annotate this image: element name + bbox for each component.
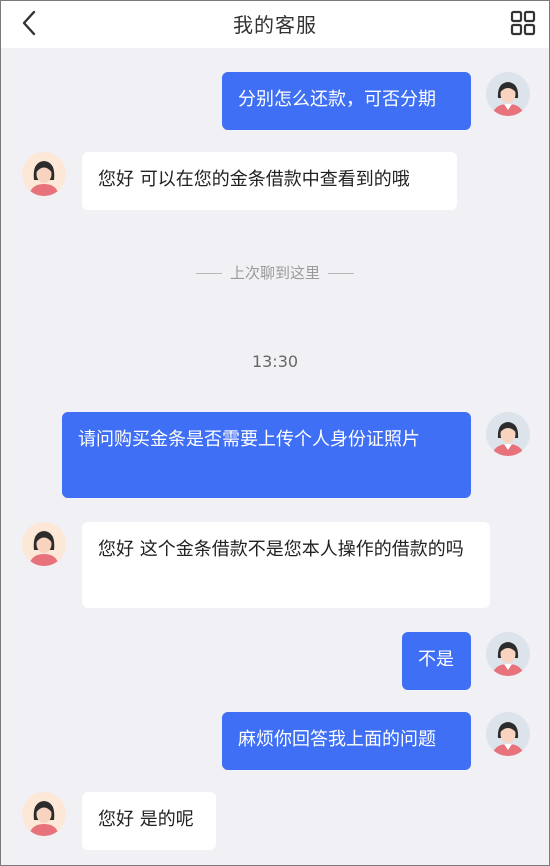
user-avatar-icon [492,82,524,116]
message-bubble-outgoing[interactable]: 麻烦你回答我上面的问题 [222,712,471,770]
user-avatar-icon [492,422,524,456]
page-title: 我的客服 [233,13,317,37]
agent-avatar[interactable] [22,792,66,836]
user-avatar[interactable] [486,712,530,756]
menu-button[interactable] [510,10,536,36]
message-bubble-outgoing[interactable]: 请问购买金条是否需要上传个人身份证照片 [62,412,471,498]
divider-line-left [195,273,222,274]
history-divider: 上次聊到这里 [0,262,550,286]
message-bubble-incoming[interactable]: 您好 是的呢 [82,792,216,850]
agent-avatar-icon [29,531,59,566]
divider-line-right [328,273,354,274]
user-avatar[interactable] [486,412,530,456]
message-bubble-incoming[interactable]: 您好 可以在您的金条借款中查看到的哦 [82,152,457,210]
message-bubble-outgoing[interactable]: 不是 [402,632,471,690]
message-bubble-outgoing[interactable]: 分别怎么还款，可否分期 [222,72,471,130]
grid-icon [510,10,536,36]
user-avatar[interactable] [486,632,530,676]
user-avatar-icon [492,722,524,756]
user-avatar[interactable] [486,72,530,116]
header-bar: 我的客服 [0,0,550,48]
agent-avatar[interactable] [22,152,66,196]
agent-avatar-icon [29,161,59,196]
divider-text: 上次聊到这里 [229,264,320,282]
agent-avatar-icon [29,801,59,836]
agent-avatar[interactable] [22,522,66,566]
message-bubble-incoming[interactable]: 您好 这个金条借款不是您本人操作的借款的吗 [82,522,490,608]
user-avatar-icon [492,642,524,676]
message-timestamp: 13:30 [251,352,299,371]
